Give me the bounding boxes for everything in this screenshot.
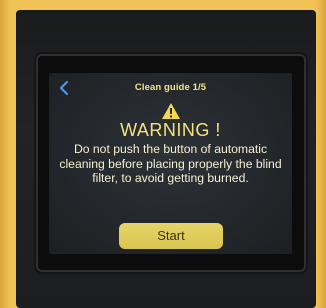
screen-title: Clean guide 1/5	[134, 82, 207, 93]
display-bezel: Clean guide 1/5 WARNING ! Do not push th…	[36, 54, 306, 272]
warning-message: Do not push the button of automatic clea…	[59, 142, 282, 185]
warning-heading: WARNING !	[120, 120, 221, 140]
device-panel: Clean guide 1/5 WARNING ! Do not push th…	[16, 10, 316, 308]
warning-triangle-icon	[161, 102, 181, 120]
start-button[interactable]: Start	[119, 223, 223, 249]
touch-screen: Clean guide 1/5 WARNING ! Do not push th…	[49, 73, 292, 254]
